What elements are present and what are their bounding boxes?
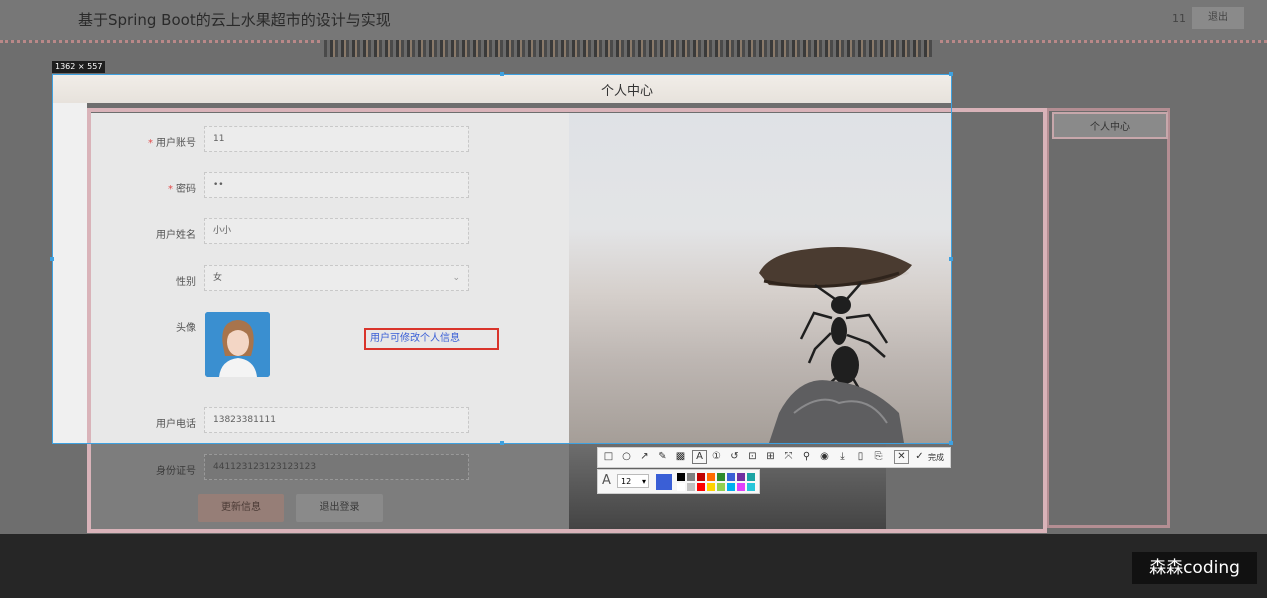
gender-select[interactable]: 女 ⌄	[204, 265, 469, 291]
color-palette	[677, 473, 757, 491]
rectangle-icon[interactable]: □	[602, 450, 615, 464]
logout-button[interactable]: 退出	[1192, 7, 1244, 29]
done-button[interactable]: 完成	[928, 452, 944, 463]
check-icon[interactable]: ✓	[913, 450, 926, 464]
decorative-divider	[0, 40, 320, 43]
resize-handle-top[interactable]	[500, 72, 504, 76]
resize-handle-right[interactable]	[949, 257, 953, 261]
avatar-portrait	[205, 312, 270, 377]
id-card-field[interactable]: 441123123123123123	[204, 454, 469, 480]
pin-icon[interactable]: ⚲	[800, 450, 813, 464]
color-swatch[interactable]	[707, 473, 715, 481]
phone-field[interactable]: 13823381111	[204, 407, 469, 433]
current-color-swatch[interactable]	[656, 474, 672, 490]
record-icon[interactable]: ◉	[818, 450, 831, 464]
scroll-capture-icon[interactable]: ⤧	[782, 450, 795, 464]
avatar[interactable]	[205, 312, 270, 377]
avatar-label: 头像	[176, 323, 196, 334]
color-swatch[interactable]	[687, 483, 695, 491]
phone-label: 用户电话	[156, 419, 196, 430]
undo-icon[interactable]: ↺	[728, 450, 741, 464]
required-marker: *	[148, 138, 153, 149]
resize-handle-left[interactable]	[50, 257, 54, 261]
decorative-divider	[940, 40, 1267, 43]
ellipse-icon[interactable]: ○	[620, 450, 633, 464]
update-info-button[interactable]: 更新信息	[198, 494, 284, 522]
mosaic-icon[interactable]: ▩	[674, 450, 687, 464]
font-size-select[interactable]: 12 ▾	[617, 474, 649, 488]
logout-profile-button[interactable]: 退出登录	[296, 494, 383, 522]
password-field[interactable]: ••	[204, 172, 469, 198]
color-swatch[interactable]	[727, 473, 735, 481]
color-swatch[interactable]	[737, 473, 745, 481]
account-field[interactable]: 11	[204, 126, 469, 152]
name-field[interactable]: 小小	[204, 218, 469, 244]
resize-handle-top-right[interactable]	[949, 72, 953, 76]
user-name: 11	[1172, 12, 1186, 25]
color-swatch[interactable]	[677, 483, 685, 491]
account-label: * 用户账号	[92, 134, 196, 149]
required-marker: *	[168, 184, 173, 195]
color-swatch[interactable]	[697, 473, 705, 481]
bookmark-icon[interactable]: ⎘	[872, 450, 885, 464]
color-swatch[interactable]	[747, 473, 755, 481]
color-swatch[interactable]	[747, 483, 755, 491]
download-icon[interactable]: ⤓	[836, 450, 849, 464]
color-swatch[interactable]	[717, 473, 725, 481]
id-card-label: 身份证号	[156, 466, 196, 477]
password-label-text: 密码	[176, 184, 196, 195]
color-swatch[interactable]	[707, 483, 715, 491]
watermark: 森森coding	[1132, 552, 1257, 584]
sidebar-panel	[1046, 108, 1170, 528]
account-label-text: 用户账号	[156, 138, 196, 149]
color-swatch[interactable]	[737, 483, 745, 491]
translate-icon[interactable]: ⊞	[764, 450, 777, 464]
chevron-down-icon: ⌄	[452, 273, 460, 283]
number-icon[interactable]: ①	[710, 450, 723, 464]
save-icon[interactable]: ▯	[854, 450, 867, 464]
font-size-value: 12	[621, 477, 632, 486]
name-label: 用户姓名	[156, 230, 196, 241]
font-icon: A	[602, 473, 611, 488]
annotation-note: 用户可修改个人信息	[364, 328, 499, 350]
close-icon[interactable]: ✕	[894, 450, 909, 464]
pencil-icon[interactable]: ✎	[656, 450, 669, 464]
color-swatch[interactable]	[697, 483, 705, 491]
selection-size-label: 1362 × 557	[52, 61, 106, 73]
color-swatch[interactable]	[717, 483, 725, 491]
caret-down-icon: ▾	[641, 477, 646, 486]
text-icon[interactable]: A	[692, 450, 707, 464]
color-swatch[interactable]	[727, 483, 735, 491]
password-label: * 密码	[92, 180, 196, 195]
site-title: 基于Spring Boot的云上水果超市的设计与实现	[78, 11, 391, 29]
resize-handle-bottom-right[interactable]	[949, 441, 953, 445]
color-swatch[interactable]	[687, 473, 695, 481]
banner-image	[324, 40, 932, 57]
gender-label: 性别	[176, 277, 196, 288]
ocr-icon[interactable]: ⊡	[746, 450, 759, 464]
bottom-bar	[0, 534, 1267, 598]
resize-handle-bottom[interactable]	[500, 441, 504, 445]
sidebar-item-profile[interactable]: 个人中心	[1052, 112, 1168, 139]
annotation-style-bar: A 12 ▾	[597, 469, 760, 494]
gender-value: 女	[213, 273, 223, 283]
arrow-icon[interactable]: ↗	[638, 450, 651, 464]
screenshot-selection[interactable]	[52, 74, 952, 444]
color-swatch[interactable]	[677, 473, 685, 481]
annotation-toolbar: □ ○ ↗ ✎ ▩ A ① ↺ ⊡ ⊞ ⤧ ⚲ ◉ ⤓ ▯ ⎘ ✕ ✓ 完成	[597, 447, 951, 468]
